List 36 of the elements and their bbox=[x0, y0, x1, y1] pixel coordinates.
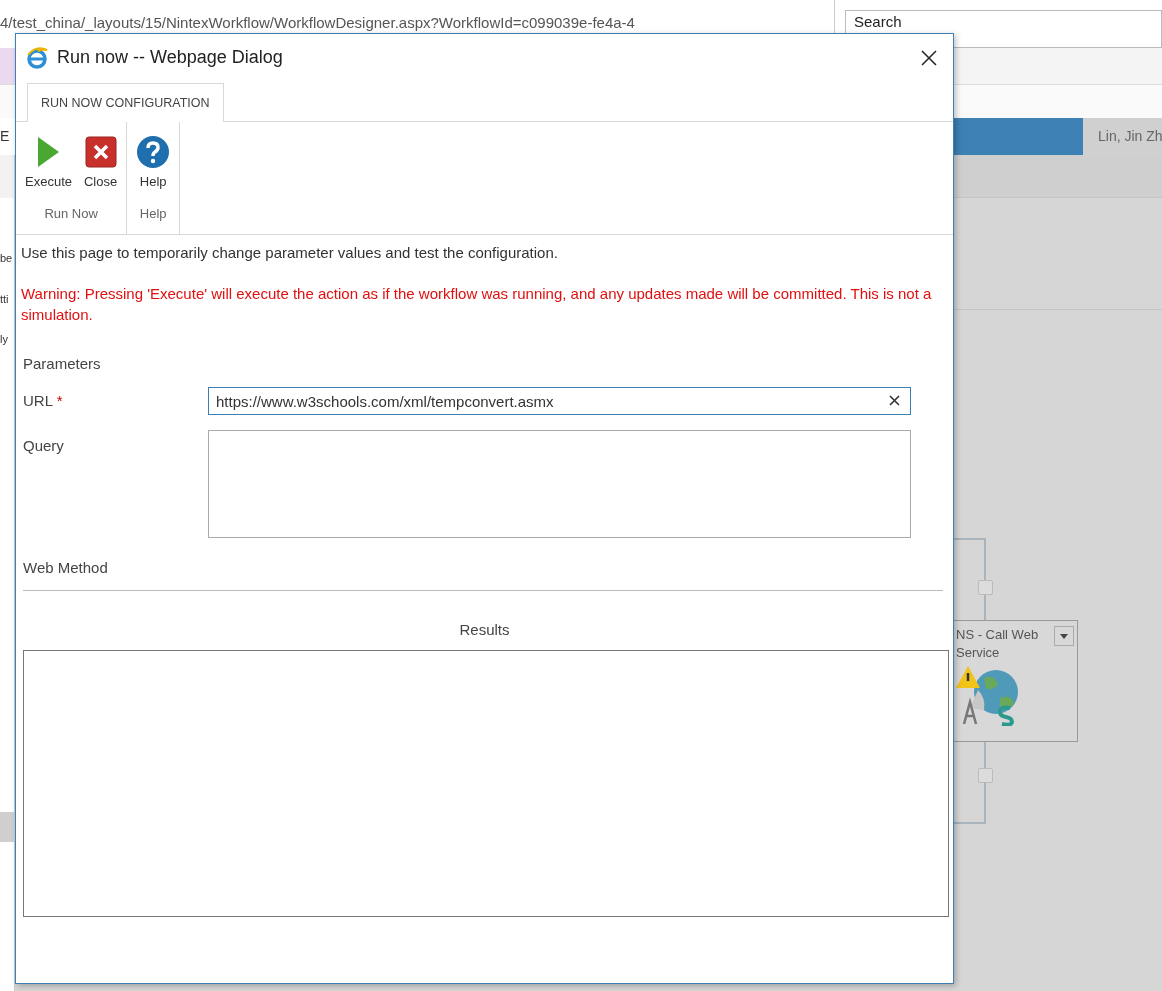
ribbon-band bbox=[0, 155, 14, 198]
connector-handle[interactable] bbox=[978, 768, 993, 783]
page-text: be bbox=[0, 251, 14, 266]
browser-icon bbox=[26, 46, 48, 69]
action-title: NS - Call Web Service bbox=[956, 626, 1040, 662]
warning-text: Warning: Pressing 'Execute' will execute the action as if the workflow was running, and any updates made will be committed. This is not a simulation. bbox=[21, 283, 933, 325]
dialog-title: Run now -- Webpage Dialog bbox=[57, 46, 284, 69]
field-label: URL * bbox=[23, 392, 63, 409]
close-icon bbox=[84, 136, 117, 168]
ribbon-button[interactable]: Execute bbox=[22, 134, 75, 198]
ribbon-tab[interactable]: RUN NOW CONFIGURATION bbox=[27, 83, 224, 122]
user-name[interactable]: Lin, Jin Zh bbox=[1098, 126, 1162, 147]
query-field[interactable] bbox=[208, 430, 911, 538]
workflow-action-card[interactable]: NS - Call Web Service bbox=[953, 620, 1078, 742]
ribbon-button[interactable]: Help bbox=[133, 134, 174, 198]
caret-icon bbox=[1060, 633, 1068, 639]
field-label: Web Method bbox=[23, 559, 108, 576]
ribbon-group-label: Help bbox=[139, 205, 167, 223]
page-text: ly bbox=[0, 332, 9, 347]
address-text[interactable]: 4/test_china/_layouts/15/NintexWorkflow/WorkflowDesigner.aspx?WorkflowId=c099039e-fe4a-4 bbox=[0, 14, 635, 32]
intro-text: Use this page to temporarily change parameter values and test the configuration. bbox=[21, 243, 559, 263]
close-icon[interactable] bbox=[921, 49, 937, 66]
page-text: E bbox=[0, 127, 10, 146]
connector-handle[interactable] bbox=[978, 580, 993, 595]
results-label: Results bbox=[459, 620, 510, 640]
search-field[interactable]: Search bbox=[845, 10, 1162, 48]
clear-icon[interactable] bbox=[889, 395, 900, 406]
ribbon-group-label: Run Now bbox=[44, 205, 98, 223]
ribbon-button[interactable]: Close bbox=[81, 134, 121, 198]
field-label: Query bbox=[23, 437, 64, 454]
dropdown-button[interactable] bbox=[1054, 626, 1074, 646]
url-field[interactable]: https://www.w3schools.com/xml/tempconvert.asmx bbox=[208, 387, 911, 415]
page-text: tti bbox=[0, 291, 10, 307]
section-heading: Parameters bbox=[23, 353, 102, 374]
play-icon bbox=[36, 136, 61, 168]
help-icon bbox=[136, 135, 171, 169]
